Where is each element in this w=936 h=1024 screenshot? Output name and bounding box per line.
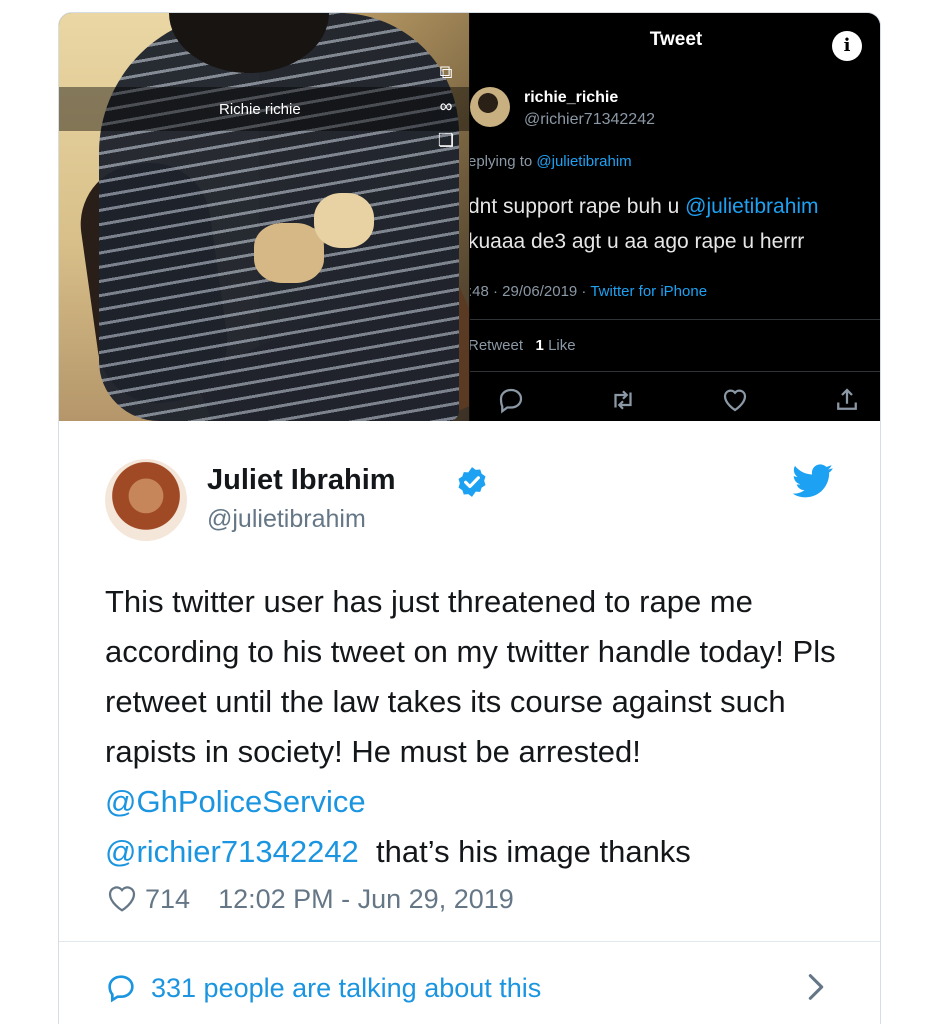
author-handle[interactable]: @julietibrahim [207, 505, 366, 534]
snap-caption: Richie richie [219, 100, 301, 118]
reply-stats: Retweet 1 Like [470, 337, 576, 354]
tweet-text-part2: that’s his image thanks [358, 834, 691, 869]
author-avatar[interactable] [105, 459, 187, 541]
replying-handle-link: @julietibrahim [536, 153, 632, 170]
divider [470, 319, 880, 320]
reply-time-date: :48 · 29/06/2019 · [470, 283, 591, 300]
snap-caption-bar: Richie richie [59, 87, 469, 131]
retweet-icon [614, 390, 632, 410]
info-icon: i [832, 31, 862, 61]
like-count[interactable]: 714 [145, 884, 190, 915]
reply-text-line2: kuaaa de3 agt u aa ago rape u herrr [470, 230, 805, 253]
heart-icon[interactable] [105, 883, 139, 915]
reply-text: dnt support rape buh u @julietibrahim ku… [470, 189, 819, 259]
shirt-dog-print [254, 223, 324, 283]
reply-author-handle: @richier71342242 [524, 111, 655, 128]
conversation-link[interactable]: 331 people are talking about this [105, 963, 541, 1013]
like-count: 1 [535, 337, 544, 354]
reply-source: Twitter for iPhone [590, 283, 708, 300]
retweet-label: Retweet [470, 337, 524, 354]
embedded-tweet-card: Richie richie ⧉ ∞ ❏ Tweet i richie_richi… [58, 12, 881, 1024]
tweet-text: This twitter user has just threatened to… [105, 577, 845, 877]
reply-text-line1: dnt support rape buh u [470, 195, 686, 218]
reply-tweet-screenshot[interactable]: Tweet i richie_richie @richier71342242 e… [470, 13, 880, 421]
mention-ghpoliceservice-link[interactable]: @GhPoliceService [105, 784, 366, 819]
tweet-timestamp[interactable]: 12:02 PM - Jun 29, 2019 [218, 884, 514, 915]
sticker-icon: ❏ [437, 130, 455, 150]
chevron-right-icon[interactable] [803, 970, 829, 1004]
reply-author-name: richie_richie [524, 89, 619, 106]
tweet-text-part1: This twitter user has just threatened to… [105, 584, 836, 769]
talking-about-label[interactable]: 331 people are talking about this [151, 973, 541, 1004]
author-name[interactable]: Juliet Ibrahim [207, 464, 396, 497]
suspect-photo[interactable]: Richie richie ⧉ ∞ ❏ [59, 13, 469, 421]
divider [470, 371, 880, 372]
replying-prefix: eplying to [470, 153, 537, 170]
like-label: Like [548, 337, 576, 354]
reply-icon [499, 388, 523, 414]
crop-icon: ⧉ [439, 62, 453, 82]
tweet-meta: 714 12:02 PM - Jun 29, 2019 [105, 879, 514, 919]
mention-richier-link[interactable]: @richier71342242 [105, 834, 359, 869]
shirt-dog-print [314, 193, 374, 248]
avatar [470, 87, 510, 127]
snap-tools: ⧉ ∞ ❏ [429, 55, 463, 157]
timer-icon: ∞ [439, 96, 453, 116]
screen-title: Tweet [649, 29, 703, 50]
reply-actions [470, 385, 880, 415]
twitter-bird-icon[interactable] [792, 464, 834, 498]
divider [59, 941, 880, 942]
reply-mention-link: @julietibrahim [685, 195, 819, 218]
share-icon [837, 388, 857, 410]
replying-to: eplying to @julietibrahim [470, 153, 632, 170]
photo-person-shirt [99, 13, 459, 421]
speech-bubble-icon [108, 975, 134, 1003]
tweet-media[interactable]: Richie richie ⧉ ∞ ❏ Tweet i richie_richi… [59, 13, 880, 421]
verified-badge-icon [458, 467, 486, 497]
reply-meta: :48 · 29/06/2019 · Twitter for iPhone [470, 283, 707, 300]
like-icon [723, 389, 747, 412]
